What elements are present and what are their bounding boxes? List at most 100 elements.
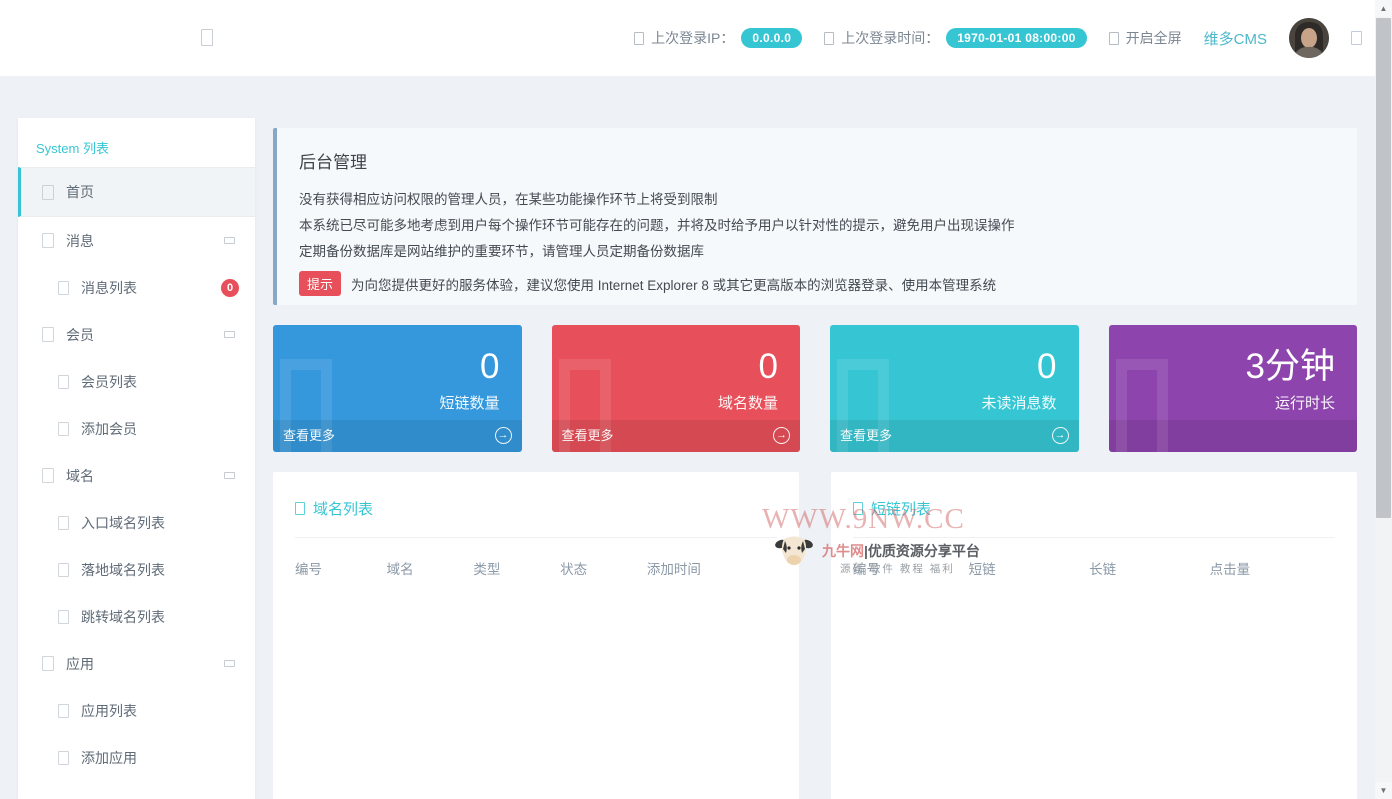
view-more-link[interactable]: 查看更多 — [562, 420, 614, 452]
last-login-time-label: 上次登录时间： — [841, 28, 939, 48]
list-icon — [295, 502, 305, 515]
header-right: 上次登录IP： 0.0.0.0 上次登录时间： 1970-01-01 08:00… — [634, 0, 1362, 76]
sidebar-item-apps[interactable]: 应用 — [18, 640, 255, 687]
note-line: 定期备份数据库是网站维护的重要环节，请管理人员定期备份数据库 — [299, 239, 1335, 265]
arrow-right-icon[interactable]: → — [773, 427, 790, 444]
domain-table: 编号 域名 类型 状态 添加时间 — [295, 546, 777, 590]
table-header-row: 编号 域名 类型 状态 添加时间 — [295, 546, 777, 590]
column-header: 域名 — [387, 546, 474, 590]
fullscreen-button[interactable]: 开启全屏 — [1109, 28, 1182, 48]
vertical-scrollbar[interactable]: ▲ ▼ — [1375, 0, 1392, 799]
scroll-up-button[interactable]: ▲ — [1375, 0, 1392, 17]
list-icon — [58, 281, 69, 295]
panel-title-text: 域名列表 — [313, 498, 373, 519]
column-header: 状态 — [560, 546, 647, 590]
clock-icon — [824, 32, 834, 45]
plus-icon — [58, 422, 69, 436]
sidebar-item-redirect-domain-list[interactable]: 跳转域名列表 — [18, 593, 255, 640]
plus-icon — [58, 751, 69, 765]
stat-card-unread-messages[interactable]: 0 未读消息数 查看更多 → — [830, 325, 1079, 452]
column-header: 短链 — [969, 546, 1090, 590]
note-title: 后台管理 — [299, 148, 1335, 173]
sidebar-item-member-list[interactable]: 会员列表 — [18, 358, 255, 405]
sidebar-item-messages[interactable]: 消息 — [18, 217, 255, 264]
user-icon — [42, 327, 54, 342]
stat-cards-row: 0 短链数量 查看更多 → 0 域名数量 查看更多 → 0 未读消息数 查看更多… — [273, 325, 1357, 452]
sidebar-item-label: 首页 — [66, 182, 94, 202]
list-icon — [58, 516, 69, 530]
message-icon — [42, 233, 54, 248]
stat-card-uptime[interactable]: 3分钟 运行时长 — [1109, 325, 1358, 452]
stat-card-short-links[interactable]: 0 短链数量 查看更多 → — [273, 325, 522, 452]
card-footer: 查看更多 → — [552, 420, 801, 452]
brand-link[interactable]: 维多CMS — [1204, 28, 1267, 49]
avatar-image — [1289, 18, 1329, 58]
globe-icon — [42, 468, 54, 483]
tip-text: 为向您提供更好的服务体验，建议您使用 Internet Explorer 8 或… — [351, 274, 996, 294]
column-header: 长链 — [1089, 546, 1210, 590]
scroll-down-button[interactable]: ▼ — [1375, 782, 1392, 799]
stat-label: 域名数量 — [552, 384, 801, 413]
sidebar-item-home[interactable]: 首页 — [18, 167, 255, 217]
list-icon — [58, 704, 69, 718]
collapse-icon — [224, 660, 235, 667]
collapse-icon — [224, 331, 235, 338]
stat-label: 未读消息数 — [830, 384, 1079, 413]
view-more-link[interactable]: 查看更多 — [840, 420, 892, 452]
collapse-icon — [224, 237, 235, 244]
view-more-link[interactable]: 查看更多 — [283, 420, 335, 452]
column-header: 编号 — [295, 546, 387, 590]
tip-badge: 提示 — [299, 271, 341, 296]
card-footer: 查看更多 → — [830, 420, 1079, 452]
user-avatar[interactable] — [1289, 18, 1329, 58]
last-login-time-value: 1970-01-01 08:00:00 — [946, 28, 1086, 48]
arrow-right-icon[interactable]: → — [495, 427, 512, 444]
fullscreen-icon — [1109, 32, 1119, 45]
collapse-icon — [224, 472, 235, 479]
last-login-ip: 上次登录IP： 0.0.0.0 — [634, 28, 802, 48]
sidebar-item-label: 入口域名列表 — [81, 513, 165, 533]
unread-badge: 0 — [221, 279, 239, 297]
sidebar-item-message-list[interactable]: 消息列表 0 — [18, 264, 255, 311]
list-icon — [58, 610, 69, 624]
table-header-row: 编号 短链 长链 点击量 — [853, 546, 1335, 590]
sidebar-item-label: 添加应用 — [81, 748, 137, 768]
list-icon — [58, 563, 69, 577]
scrollbar-thumb[interactable] — [1376, 18, 1391, 518]
sidebar-item-members[interactable]: 会员 — [18, 311, 255, 358]
sidebar-item-label: 会员列表 — [81, 372, 137, 392]
sidebar-item-domains[interactable]: 域名 — [18, 452, 255, 499]
stat-label: 运行时长 — [1109, 384, 1358, 413]
sidebar-item-app-list[interactable]: 应用列表 — [18, 687, 255, 734]
sidebar-item-label: 消息列表 — [81, 278, 137, 298]
note-line: 本系统已尽可能多地考虑到用户每个操作环节可能存在的问题，并将及时给予用户以针对性… — [299, 213, 1335, 239]
sidebar-title: System 列表 — [18, 118, 255, 167]
ip-icon — [634, 32, 644, 45]
app-icon — [42, 656, 54, 671]
list-icon — [58, 375, 69, 389]
sidebar-item-label: 会员 — [66, 325, 94, 345]
sidebar-item-entry-domain-list[interactable]: 入口域名列表 — [18, 499, 255, 546]
tip-row: 提示 为向您提供更好的服务体验，建议您使用 Internet Explorer … — [299, 271, 1335, 296]
column-header: 编号 — [853, 546, 969, 590]
list-icon — [853, 502, 863, 515]
sidebar-item-label: 应用列表 — [81, 701, 137, 721]
arrow-right-icon[interactable]: → — [1052, 427, 1069, 444]
divider — [295, 537, 777, 538]
sidebar-item-landing-domain-list[interactable]: 落地域名列表 — [18, 546, 255, 593]
fullscreen-label: 开启全屏 — [1126, 28, 1182, 48]
sidebar-toggle-icon[interactable] — [201, 29, 213, 46]
card-footer: 查看更多 → — [273, 420, 522, 452]
notifications-icon[interactable] — [1351, 31, 1362, 45]
sidebar: System 列表 首页 消息 消息列表 0 会员 会员列表 添加会员 域名 入… — [18, 118, 255, 799]
column-header: 类型 — [473, 546, 560, 590]
admin-note-panel: 后台管理 没有获得相应访问权限的管理人员，在某些功能操作环节上将受到限制 本系统… — [273, 128, 1357, 305]
short-link-table: 编号 短链 长链 点击量 — [853, 546, 1335, 590]
panel-title-short-links: 短链列表 — [853, 472, 1335, 519]
sidebar-item-label: 域名 — [66, 466, 94, 486]
stat-label: 短链数量 — [273, 384, 522, 413]
sidebar-item-add-app[interactable]: 添加应用 — [18, 734, 255, 781]
sidebar-item-add-member[interactable]: 添加会员 — [18, 405, 255, 452]
panel-title-domains: 域名列表 — [295, 472, 777, 519]
stat-card-domains[interactable]: 0 域名数量 查看更多 → — [552, 325, 801, 452]
